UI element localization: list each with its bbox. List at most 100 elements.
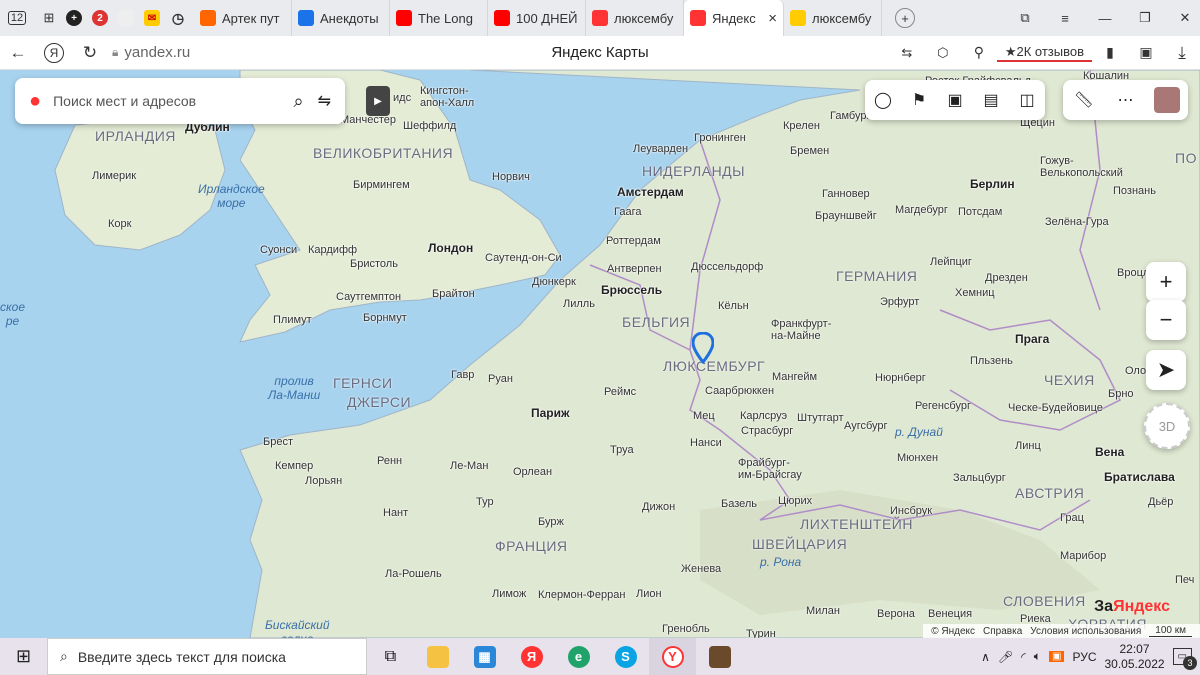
pinned-tab-clock[interactable]: ◷ [168,0,194,36]
city-label[interactable]: Саутгемптон [336,291,401,303]
collections-icon[interactable]: ▣ [1128,36,1164,70]
city-label[interactable]: Гавр [451,369,474,381]
city-label[interactable]: Штутгарт [797,412,844,424]
city-label[interactable]: Кемпер [275,460,313,472]
extension-icon[interactable]: ⬡ [925,36,961,70]
search-input[interactable] [53,93,294,109]
reviews-button[interactable]: ★2К отзывов [996,44,1092,62]
browser-tab[interactable]: The Long [390,0,488,36]
app-tray-icon[interactable]: ▣ [1049,651,1065,662]
pinned-tab-3[interactable] [116,0,142,36]
bookmark-icon[interactable]: ▮ [1092,36,1128,70]
city-label[interactable]: Кингстон- апон-Халл [420,85,474,109]
tab-close-icon[interactable]: × [768,10,777,27]
water-label[interactable]: р. Рона [760,555,801,569]
zoom-out-button[interactable]: − [1146,300,1186,340]
country-label[interactable]: ГЕРМАНИЯ [836,268,917,284]
city-label[interactable]: Вена [1095,445,1124,459]
pinned-tab-1[interactable]: + [64,0,90,36]
layers-icon[interactable]: ◯ [870,87,896,113]
city-label[interactable]: Берлин [970,177,1015,191]
country-label[interactable]: ВЕЛИКОБРИТАНИЯ [313,145,453,161]
city-label[interactable]: Клермон-Ферран [538,589,625,601]
city-label[interactable]: Гренобль [662,623,710,635]
city-label[interactable]: Кардифф [308,244,357,256]
country-label[interactable]: ЧЕХИЯ [1044,372,1095,388]
city-label[interactable]: Дьёр [1148,496,1173,508]
browser-tab[interactable]: Яндекс × [684,0,784,36]
city-label[interactable]: Дрезден [985,272,1028,284]
city-label[interactable]: Хемниц [955,287,995,299]
search-icon[interactable]: ⌕ [294,91,304,112]
yandex-home-button[interactable]: Я [36,36,72,70]
city-label[interactable]: Бристоль [350,258,398,270]
city-label[interactable]: Карлсруэ [740,410,787,422]
yandex-brand-logo[interactable]: ЗаЯндекс [1094,598,1170,616]
city-label[interactable]: Крелен [783,120,820,132]
help-link[interactable]: Справка [983,626,1022,637]
city-label[interactable]: Лейпциг [930,256,972,268]
city-label[interactable]: Верона [877,608,915,620]
city-label[interactable]: Цюрих [778,495,812,507]
reload-button[interactable]: ↻ [72,36,108,70]
water-label[interactable]: Ирландское море [198,182,265,210]
city-label[interactable]: Нанси [690,437,722,449]
city-label[interactable]: Лондон [428,241,473,255]
city-label[interactable]: Ческе-Будейовице [1008,402,1103,414]
city-label[interactable]: Суонси [260,244,297,256]
city-label[interactable]: Дижон [642,501,675,513]
language-indicator[interactable]: РУС [1072,650,1096,664]
3d-button[interactable]: 3D [1144,403,1190,449]
city-label[interactable]: Эрфурт [880,296,919,308]
country-label[interactable]: ДЖЕРСИ [347,394,411,410]
start-button[interactable]: ⊞ [0,638,47,675]
city-label[interactable]: Труа [610,444,634,456]
city-label[interactable]: Лимерик [92,170,136,182]
city-label[interactable]: Шеффилд [403,120,456,132]
url-text[interactable]: yandex.ru [124,44,190,61]
avatar[interactable] [1154,87,1181,113]
country-label[interactable]: ШВЕЙЦАРИЯ [752,536,847,552]
city-label[interactable]: Базель [721,498,757,510]
panorama-icon[interactable]: ▣ [942,87,968,113]
city-label[interactable]: Грац [1060,512,1084,524]
browser-tab[interactable]: Артек пут [194,0,292,36]
city-label[interactable]: Брайтон [432,288,475,300]
city-label[interactable]: Роттердам [606,235,661,247]
city-label[interactable]: Кёльн [718,300,749,312]
mic-icon[interactable]: 🎤︎ [998,650,1013,664]
notifications-icon[interactable]: ▭ 3 [1172,648,1197,670]
clock[interactable]: 22:07 30.05.2022 [1104,642,1164,672]
country-label[interactable]: НИДЕРЛАНДЫ [642,163,745,179]
more-icon[interactable]: ⋯ [1112,87,1138,113]
city-label[interactable]: Гожув- Велькопольский [1040,155,1123,179]
city-label[interactable]: Дюнкерк [532,276,576,288]
geolocation-button[interactable]: ➤ [1146,350,1186,390]
city-label[interactable]: идс [393,92,411,104]
zoom-in-button[interactable]: + [1146,262,1186,302]
city-label[interactable]: Зелёна-Гура [1045,216,1109,228]
edge-app[interactable]: e [555,638,602,675]
city-label[interactable]: Регенсбург [915,400,971,412]
terms-link[interactable]: Условия использования [1030,626,1141,637]
location-icon[interactable]: ⚲ [961,36,997,70]
city-label[interactable]: Руан [488,373,513,385]
country-label[interactable]: СЛОВЕНИЯ [1003,593,1086,609]
city-label[interactable]: Печ [1175,574,1194,586]
location-pin-icon[interactable] [692,332,714,364]
country-label[interactable]: ПО [1175,150,1197,166]
city-label[interactable]: Венеция [928,608,972,620]
city-label[interactable]: Брно [1108,388,1134,400]
country-label[interactable]: ФРАНЦИЯ [495,538,568,554]
explorer-app[interactable] [414,638,461,675]
city-label[interactable]: Вроцл [1117,267,1149,279]
window-close-icon[interactable]: ✕ [1170,0,1200,36]
city-label[interactable]: Женева [681,563,721,575]
browser-tab[interactable]: люксембу [784,0,882,36]
copyright[interactable]: © Яндекс [931,626,975,637]
browser-tab[interactable]: 100 ДНЕЙ [488,0,586,36]
volume-icon[interactable]: 🔈︎ [1034,649,1041,664]
new-tab-button[interactable]: + [890,0,920,36]
city-label[interactable]: Гронинген [694,132,746,144]
translate-icon[interactable]: ⇆ [889,36,925,70]
